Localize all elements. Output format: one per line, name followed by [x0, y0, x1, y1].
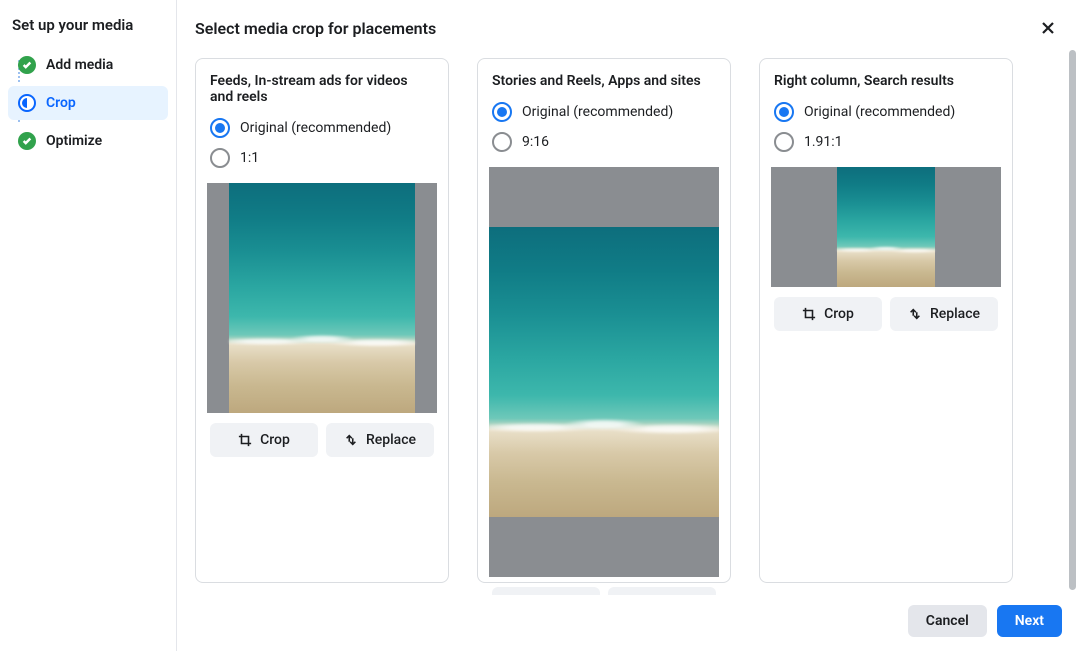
placement-card-stories: Stories and Reels, Apps and sites Origin…: [477, 58, 731, 583]
sidebar-title: Set up your media: [12, 16, 164, 34]
radio-original[interactable]: Original (recommended): [210, 113, 434, 143]
radio-icon: [492, 102, 512, 122]
half-circle-icon: [18, 94, 36, 112]
card-actions: Crop Replace: [492, 587, 716, 595]
media-preview: [207, 183, 437, 413]
page-title: Select media crop for placements: [195, 19, 436, 38]
step-label: Add media: [46, 57, 113, 73]
radio-label: 9:16: [522, 134, 549, 150]
replace-icon: [344, 433, 358, 447]
radio-icon: [210, 118, 230, 138]
app-root: Set up your media Add media Crop Optimiz…: [0, 0, 1080, 651]
close-button[interactable]: [1034, 14, 1062, 42]
replace-button[interactable]: Replace: [890, 297, 998, 331]
header: Select media crop for placements: [177, 0, 1080, 52]
radio-9-16[interactable]: 9:16: [492, 127, 716, 157]
crop-icon: [238, 433, 252, 447]
step-label: Optimize: [46, 133, 102, 149]
card-title: Right column, Search results: [774, 73, 998, 89]
button-label: Crop: [824, 306, 854, 322]
sidebar: Set up your media Add media Crop Optimiz…: [0, 0, 177, 651]
card-title: Stories and Reels, Apps and sites: [492, 73, 716, 89]
step-crop[interactable]: Crop: [8, 86, 168, 120]
radio-label: 1.91:1: [804, 134, 843, 150]
crop-button[interactable]: Crop: [210, 423, 318, 457]
beach-image: [837, 167, 935, 287]
media-preview: [771, 167, 1001, 287]
content-area: Feeds, In-stream ads for videos and reel…: [177, 52, 1080, 595]
radio-label: 1:1: [240, 150, 259, 166]
cancel-button[interactable]: Cancel: [908, 605, 987, 637]
radio-icon: [774, 102, 794, 122]
replace-icon: [908, 307, 922, 321]
check-icon: [18, 56, 36, 74]
step-add-media[interactable]: Add media: [8, 48, 168, 82]
radio-icon: [210, 148, 230, 168]
crop-button[interactable]: Crop: [492, 587, 600, 595]
step-optimize[interactable]: Optimize: [8, 124, 168, 158]
radio-1-1[interactable]: 1:1: [210, 143, 434, 173]
button-label: Replace: [366, 432, 416, 448]
radio-label: Original (recommended): [804, 104, 955, 120]
close-icon: [1040, 20, 1056, 36]
check-icon: [18, 132, 36, 150]
button-label: Crop: [260, 432, 290, 448]
radio-original[interactable]: Original (recommended): [774, 97, 998, 127]
radio-label: Original (recommended): [522, 104, 673, 120]
replace-button[interactable]: Replace: [608, 587, 716, 595]
step-label: Crop: [46, 95, 76, 111]
card-title: Feeds, In-stream ads for videos and reel…: [210, 73, 434, 105]
footer: Cancel Next: [177, 595, 1080, 651]
media-preview: [489, 167, 719, 577]
scrollbar-thumb[interactable]: [1069, 50, 1076, 590]
next-button[interactable]: Next: [997, 605, 1062, 637]
replace-button[interactable]: Replace: [326, 423, 434, 457]
radio-icon: [774, 132, 794, 152]
radio-label: Original (recommended): [240, 120, 391, 136]
beach-image: [489, 227, 719, 517]
radio-original[interactable]: Original (recommended): [492, 97, 716, 127]
main-panel: Select media crop for placements Feeds, …: [177, 0, 1080, 651]
beach-image: [229, 183, 415, 413]
crop-icon: [802, 307, 816, 321]
card-actions: Crop Replace: [774, 297, 998, 331]
radio-1-91-1[interactable]: 1.91:1: [774, 127, 998, 157]
crop-button[interactable]: Crop: [774, 297, 882, 331]
radio-icon: [492, 132, 512, 152]
placement-card-right-column: Right column, Search results Original (r…: [759, 58, 1013, 583]
card-actions: Crop Replace: [210, 423, 434, 457]
placement-card-feeds: Feeds, In-stream ads for videos and reel…: [195, 58, 449, 583]
button-label: Replace: [930, 306, 980, 322]
